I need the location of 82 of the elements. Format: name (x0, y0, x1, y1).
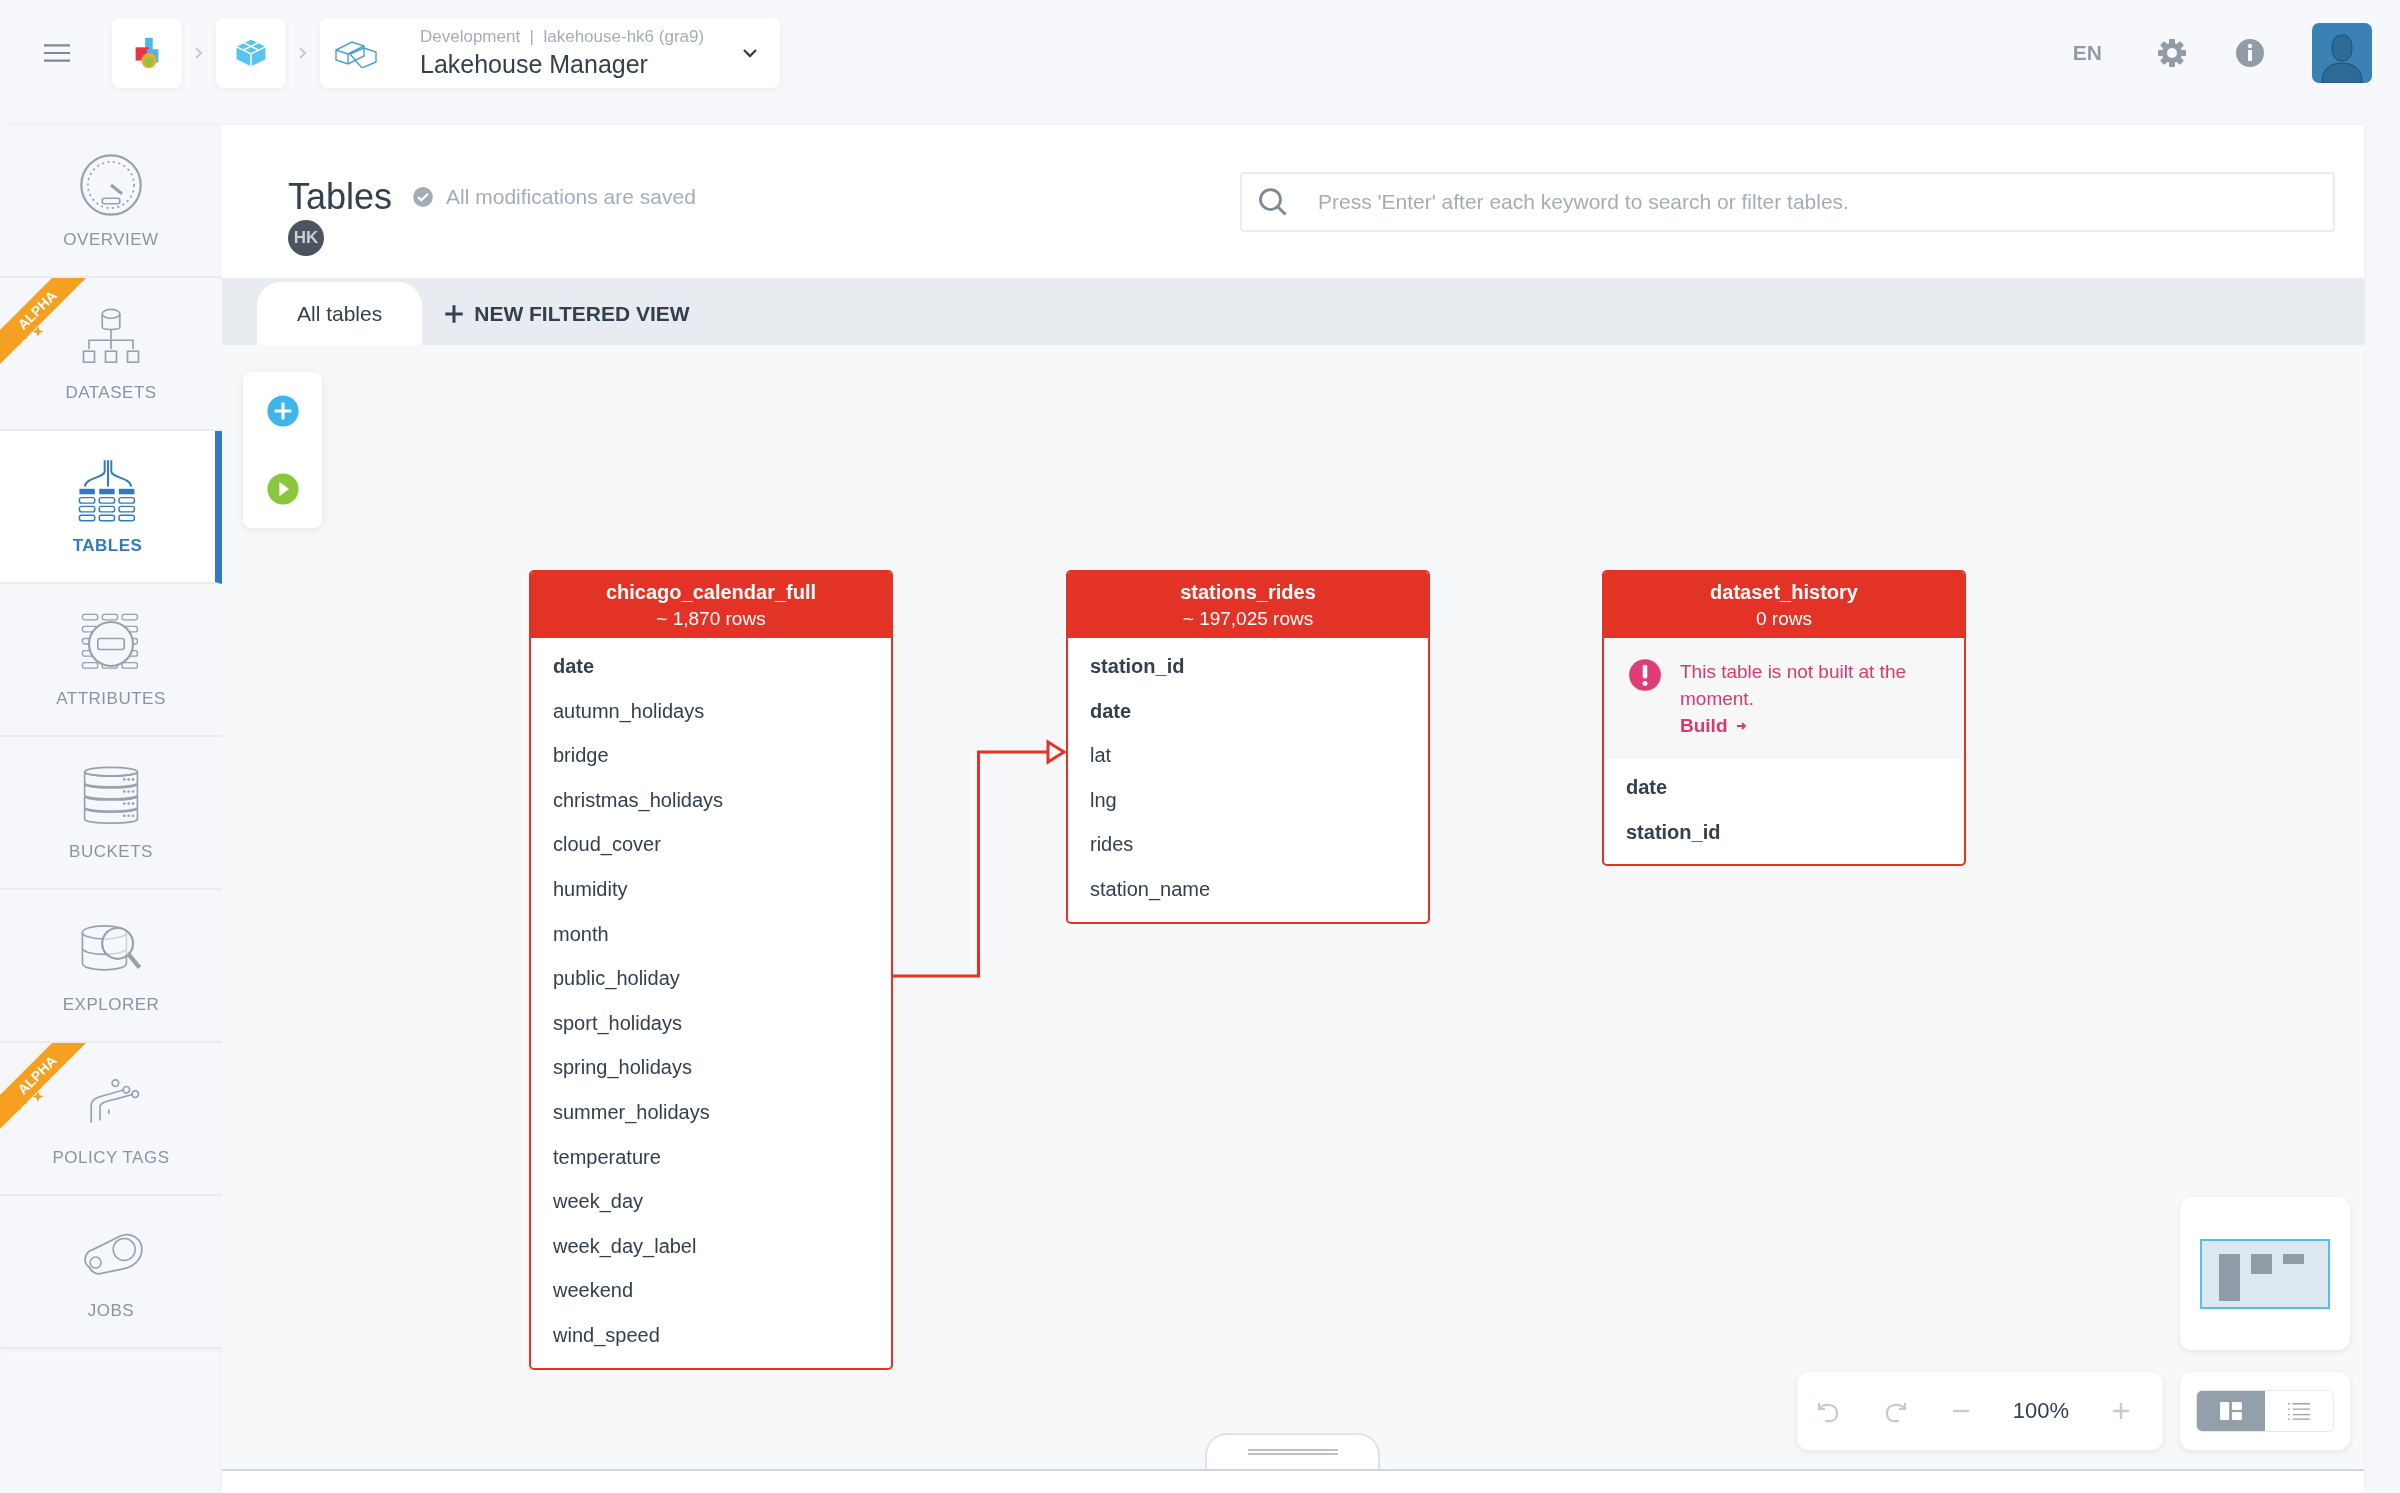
service-selector[interactable]: Development | lakehouse-hk6 (gra9) Lakehouse Manager (320, 17, 780, 88)
field-name: weekend (552, 1278, 635, 1304)
field-name: autumn_holidays (552, 698, 706, 725)
plus-icon (444, 303, 465, 324)
diagram-view-button[interactable] (2197, 1391, 2265, 1431)
field-name: date (552, 654, 596, 679)
field-name: public_holiday (552, 966, 681, 992)
tab[interactable]: All tables (257, 282, 423, 345)
avatar-icon[interactable] (2312, 22, 2372, 83)
sidebar-item[interactable]: OVERVIEW (0, 125, 222, 278)
search-icon (1258, 187, 1288, 217)
chevron-right-icon (194, 45, 204, 60)
sidebar-item[interactable]: JOBS (0, 1196, 222, 1349)
field-name: station_name (1089, 876, 1212, 903)
sidebar-label: OVERVIEW (63, 229, 159, 250)
row-count: ~ 197,025 rows (1181, 607, 1315, 630)
sidebar-label: ATTRIBUTES (56, 688, 166, 709)
field-name: rides (1089, 832, 1135, 858)
field-name: week_day_label (552, 1233, 698, 1260)
service-title: Lakehouse Manager (420, 49, 649, 79)
field-name: temperature (552, 1144, 662, 1170)
zoom-level: 100% (2012, 1398, 2070, 1424)
field-name: date (1625, 775, 1669, 800)
minimap[interactable] (2180, 1197, 2350, 1350)
arrow-right-icon (1735, 720, 1748, 731)
field-name: christmas_holidays (552, 787, 725, 814)
save-status: All modifications are saved (446, 185, 696, 209)
table-node[interactable] (529, 570, 893, 1370)
build-link[interactable]: Build (1680, 712, 1748, 739)
field-name: bridge (552, 743, 610, 769)
sidebar-item[interactable]: ATTRIBUTES (0, 584, 222, 737)
settings-icon[interactable] (2156, 36, 2188, 69)
sidebar-item[interactable]: TABLES (0, 431, 222, 584)
field-name: spring_holidays (552, 1055, 693, 1081)
logo-button[interactable] (112, 17, 182, 88)
environment-label: Development | lakehouse-hk6 (gra9) (420, 26, 706, 47)
field-name: week_day (552, 1189, 645, 1215)
sidebar-label: TABLES (72, 535, 143, 556)
check-circle-icon (412, 186, 435, 208)
user-avatar: HK (288, 220, 324, 256)
chevron-down-icon (742, 47, 758, 58)
field-name: month (552, 921, 610, 947)
row-count: 0 rows (1755, 607, 1813, 630)
chevron-right-icon (298, 45, 308, 60)
alert-icon (1628, 658, 1662, 692)
table-name: stations_rides (1179, 580, 1317, 604)
sidebar-label: EXPLORER (62, 994, 160, 1015)
field-name: station_id (1625, 819, 1722, 845)
language-selector[interactable]: EN (2072, 40, 2102, 65)
search-field[interactable]: Press 'Enter' after each keyword to search or filter tables. (1240, 172, 2335, 232)
table-name: dataset_history (1709, 580, 1859, 604)
field-name: sport_holidays (552, 1010, 683, 1037)
field-name: lat (1089, 743, 1113, 769)
info-icon[interactable] (2234, 36, 2266, 69)
sidebar-item[interactable]: BUCKETS (0, 737, 222, 890)
field-name: summer_holidays (552, 1099, 711, 1126)
play-icon[interactable] (264, 471, 301, 507)
page-title: Tables (288, 176, 393, 218)
resize-handle[interactable] (1205, 1433, 1380, 1469)
field-name: cloud_cover (552, 832, 662, 858)
layout-icon (2219, 1401, 2243, 1421)
sidebar-label: JOBS (87, 1300, 135, 1321)
new-view-tab[interactable]: NEW FILTERED VIEW (422, 282, 712, 345)
sidebar-label: BUCKETS (69, 841, 153, 862)
field-name: lng (1089, 787, 1118, 813)
table-node[interactable]: stations_rides ~ 197,025 rows station_id date lat lng rides station_name (1066, 570, 1430, 924)
field-name: date (1089, 698, 1133, 724)
field-name: humidity (552, 876, 629, 902)
table-node[interactable]: dataset_history 0 rows This table is not built at the moment. Build date station_id (1602, 570, 1966, 867)
sidebar-label: POLICY TAGS (52, 1147, 170, 1168)
menu-icon[interactable] (44, 43, 70, 62)
field-name: station_id (1089, 654, 1186, 679)
add-icon[interactable] (264, 393, 301, 429)
sidebar-item[interactable]: EXPLORER (0, 890, 222, 1043)
sidebar-label: DATASETS (65, 382, 157, 403)
field-name: wind_speed (552, 1322, 661, 1349)
project-button[interactable] (216, 17, 286, 88)
warning-message: This table is not built at the moment. (1680, 660, 1907, 711)
table-name: chicago_calendar_full (604, 580, 818, 604)
speedometer-icon (78, 151, 144, 218)
row-count: ~ 1,870 rows (655, 607, 767, 630)
list-icon (2287, 1401, 2311, 1421)
